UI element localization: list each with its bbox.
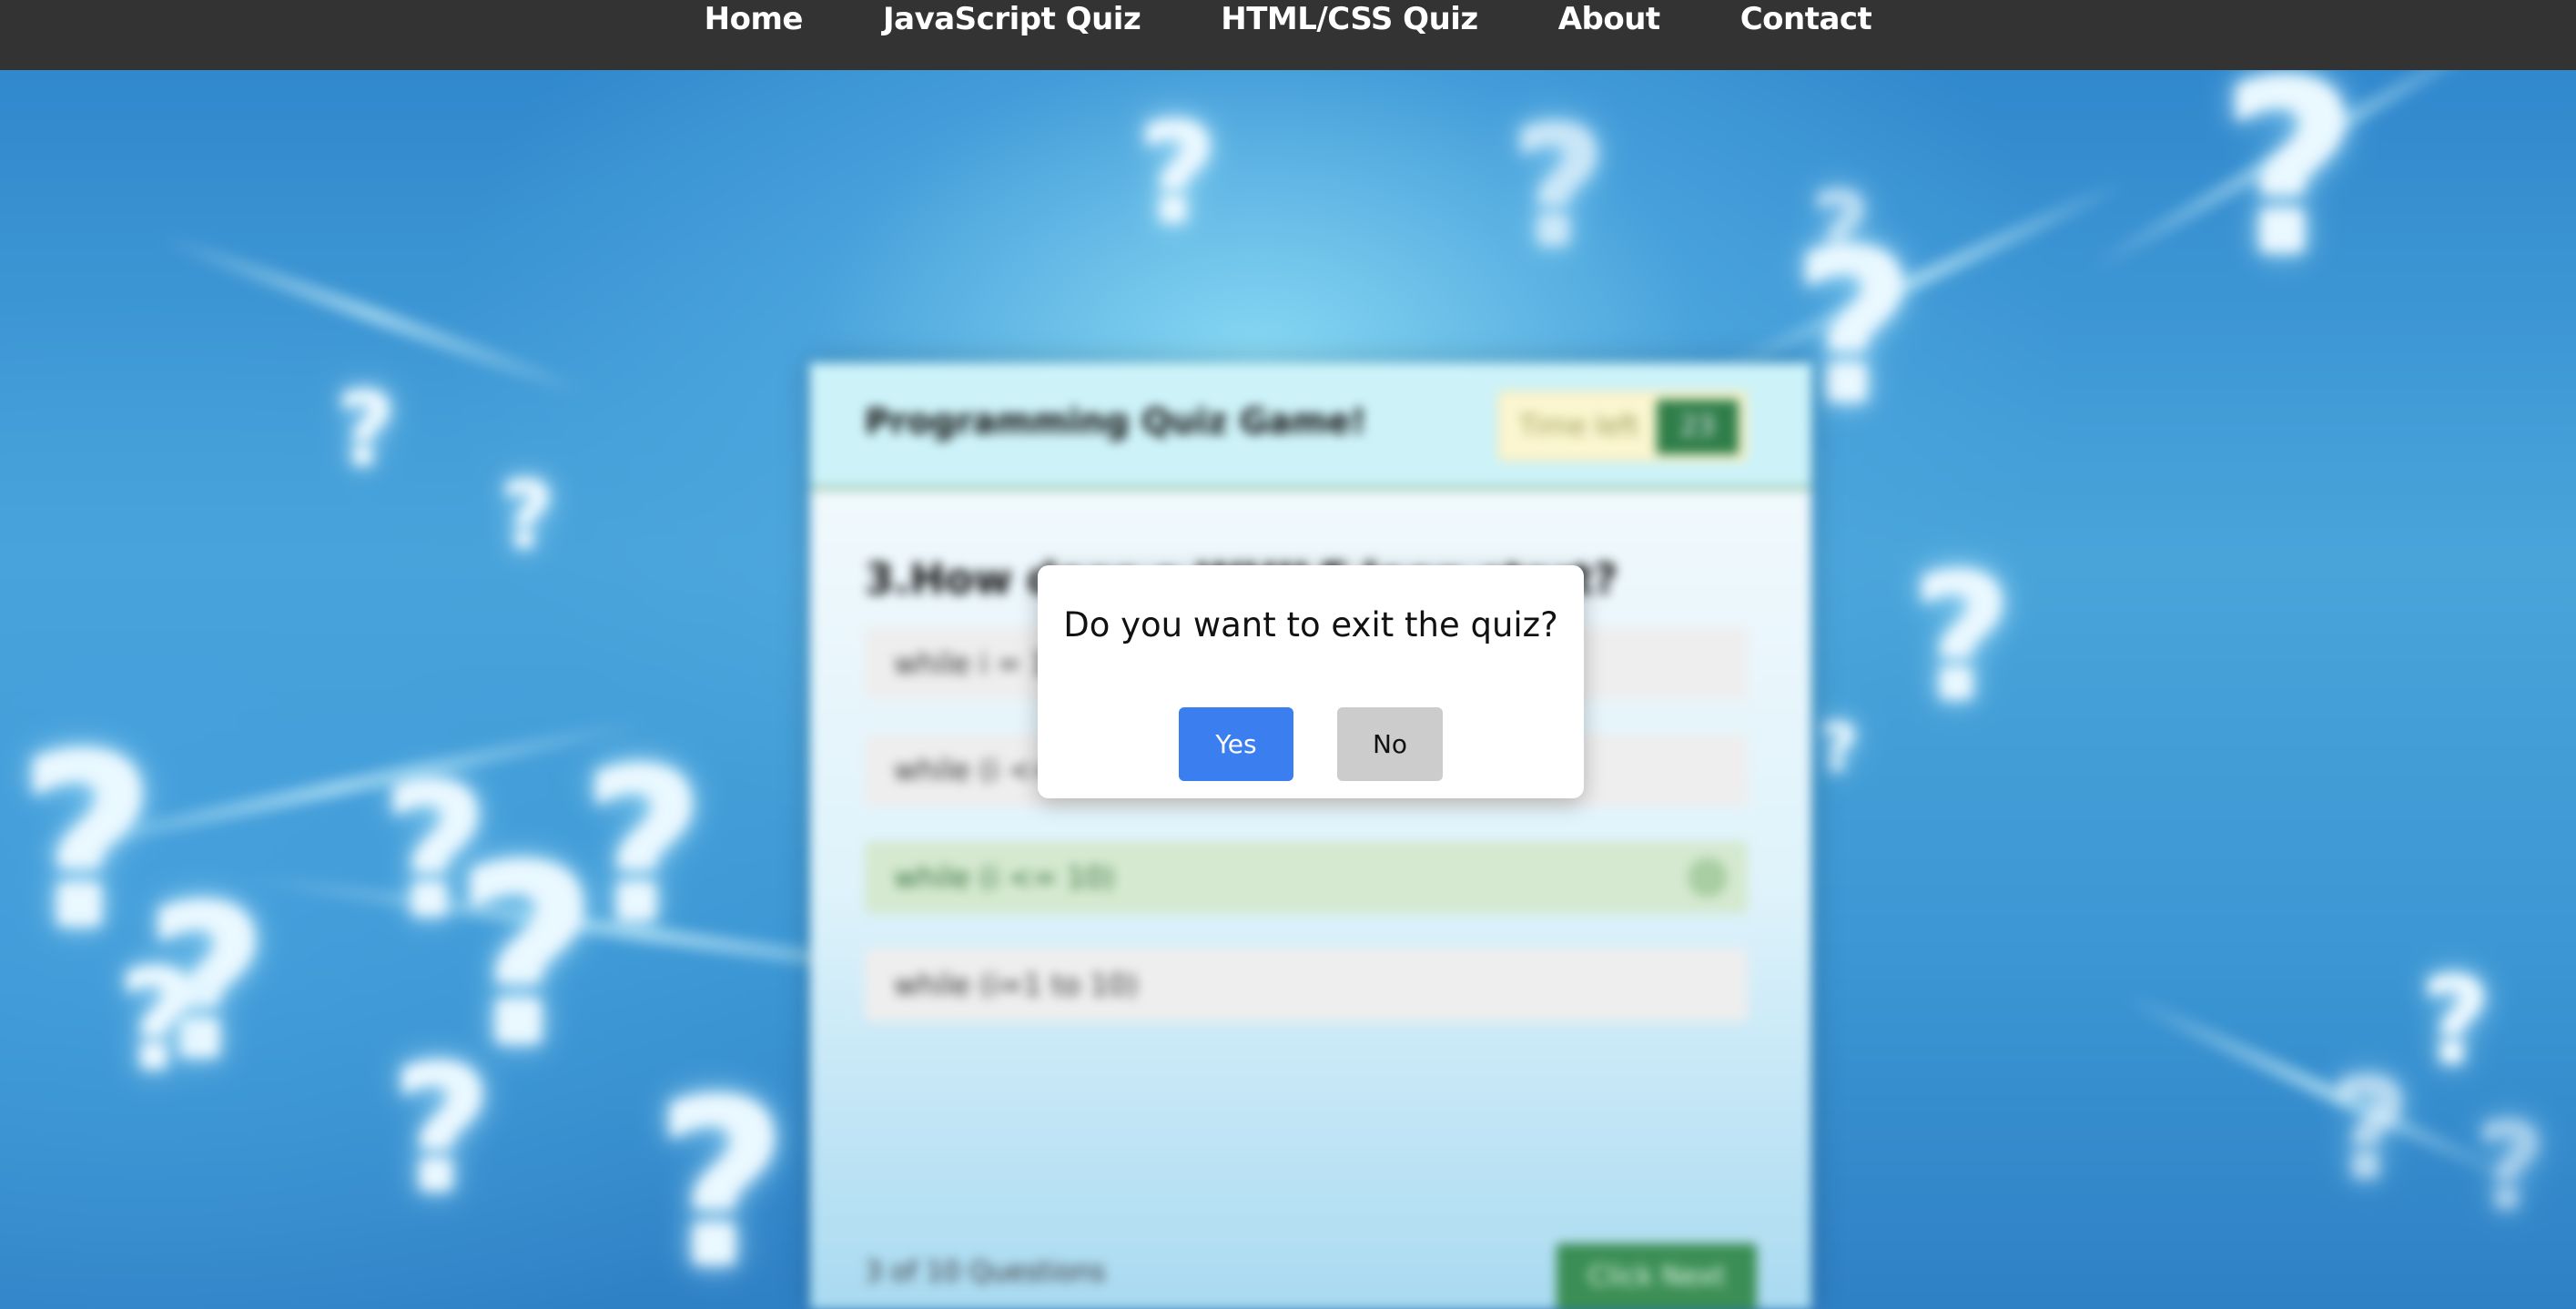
timer-value: 23 (1657, 400, 1739, 454)
quiz-title: Programming Quiz Game! (865, 401, 1367, 441)
nav-home-link[interactable]: Home (705, 0, 804, 38)
answer-option-label: while (i <= 10) (894, 860, 1115, 895)
yes-button[interactable]: Yes (1179, 707, 1293, 781)
question-mark-icon: ? (337, 371, 395, 488)
question-mark-icon: ? (2476, 1098, 2545, 1236)
question-mark-icon: ? (1511, 93, 1607, 283)
question-mark-icon: ? (1811, 171, 1870, 288)
quiz-footer: 3 of 10 Questions Click Next (810, 1237, 1811, 1309)
nav-javascript-quiz-link[interactable]: JavaScript Quiz (883, 0, 1141, 38)
question-mark-icon: ? (501, 462, 554, 569)
answer-option[interactable]: while (i=1 to 10) (865, 949, 1748, 1021)
question-mark-icon: ? (118, 942, 198, 1101)
nav-about-link[interactable]: About (1558, 0, 1660, 38)
exit-confirm-dialog: Do you want to exit the quiz? Yes No (1038, 565, 1584, 798)
top-nav: Home JavaScript Quiz HTML/CSS Quiz About… (0, 0, 2576, 70)
answer-option-correct[interactable]: while (i <= 10) (865, 841, 1748, 914)
dialog-message: Do you want to exit the quiz? (1063, 605, 1558, 644)
question-mark-icon: ? (2421, 952, 2490, 1091)
next-button[interactable]: Click Next (1557, 1243, 1757, 1309)
question-mark-icon: ? (655, 1052, 788, 1309)
question-mark-icon: ? (18, 706, 156, 981)
question-mark-icon: ? (391, 1030, 492, 1231)
timer-label: Time left (1519, 411, 1639, 442)
question-mark-icon: ? (2221, 70, 2358, 308)
quiz-card: Programming Quiz Game! Time left 23 3.Ho… (810, 363, 1811, 1309)
question-mark-icon: ? (583, 726, 705, 969)
timer-box: Time left 23 (1497, 391, 1748, 462)
quiz-header: Programming Quiz Game! Time left 23 (810, 363, 1811, 491)
nav-html-css-quiz-link[interactable]: HTML/CSS Quiz (1221, 0, 1478, 38)
nav-contact-link[interactable]: Contact (1740, 0, 1872, 38)
question-counter: 3 of 10 Questions (865, 1256, 1106, 1288)
question-mark-icon: ? (1912, 538, 2013, 739)
question-mark-icon: ? (1138, 96, 1218, 254)
question-mark-icon: ? (2330, 1051, 2410, 1210)
check-icon (1688, 857, 1728, 898)
answer-option-label: while (i=1 to 10) (894, 968, 1139, 1002)
question-mark-icon: ? (1820, 711, 1858, 786)
no-button[interactable]: No (1337, 707, 1443, 781)
light-ray (1710, 175, 2131, 382)
